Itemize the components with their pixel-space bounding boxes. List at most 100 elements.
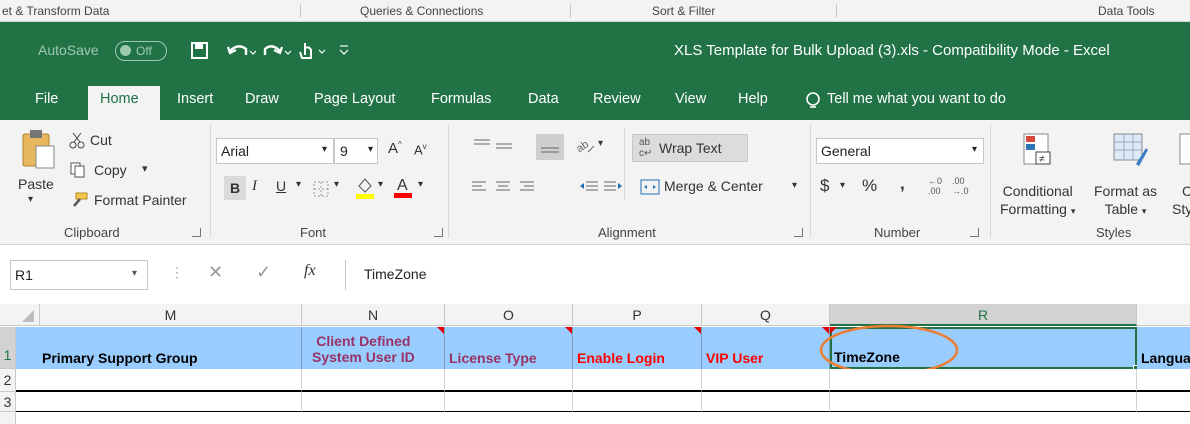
row-header-2[interactable]: 2 — [0, 369, 16, 392]
column-header-o[interactable]: O — [445, 304, 573, 326]
decrease-decimal-icon[interactable]: .00 →.0 — [952, 176, 969, 196]
cell-s3[interactable] — [1137, 392, 1190, 412]
chevron-down-icon[interactable]: ▾ — [792, 180, 797, 191]
tab-formulas[interactable]: Formulas — [431, 91, 491, 107]
cell-styles-icon[interactable] — [1176, 130, 1190, 170]
paste-icon[interactable] — [20, 128, 56, 172]
redo-icon[interactable] — [262, 41, 292, 61]
tab-help[interactable]: Help — [738, 91, 768, 107]
merge-center-icon[interactable] — [640, 178, 660, 196]
cell-p3[interactable] — [573, 392, 702, 412]
column-header-s[interactable] — [1137, 304, 1190, 326]
row-header-3[interactable]: 3 — [0, 392, 16, 412]
tab-home[interactable]: Home — [88, 86, 160, 120]
cut-button[interactable]: Cut — [90, 132, 112, 148]
currency-button[interactable]: $ — [820, 176, 829, 196]
merge-center-button[interactable]: Merge & Center — [664, 178, 763, 194]
chevron-down-icon[interactable]: ▾ — [334, 179, 339, 190]
tab-file[interactable]: File — [35, 91, 58, 107]
fill-color-icon[interactable] — [354, 176, 376, 200]
customize-qat-icon[interactable] — [337, 42, 351, 58]
decrease-indent-icon[interactable] — [578, 178, 600, 196]
touch-mode-icon[interactable] — [297, 40, 331, 62]
tab-view[interactable]: View — [675, 91, 706, 107]
autosave-toggle[interactable]: Off — [115, 41, 167, 61]
chevron-down-icon[interactable]: ▾ — [378, 179, 383, 190]
increase-font-icon[interactable]: A^ — [388, 140, 402, 157]
save-icon[interactable] — [190, 41, 210, 61]
tab-data[interactable]: Data — [528, 91, 559, 107]
select-all-corner[interactable] — [0, 304, 40, 326]
font-launcher-icon[interactable] — [434, 228, 443, 237]
cell-q2[interactable] — [702, 369, 830, 392]
formula-input[interactable]: TimeZone — [345, 260, 1190, 290]
align-right-icon[interactable] — [518, 178, 536, 196]
confirm-entry-icon[interactable]: ✓ — [256, 262, 271, 283]
cell-p1[interactable]: Enable Login — [573, 327, 702, 369]
tab-review[interactable]: Review — [593, 91, 641, 107]
copy-button[interactable]: Copy — [94, 162, 127, 178]
underline-button[interactable]: U — [276, 178, 286, 194]
cell-s1[interactable]: Langua — [1137, 327, 1190, 369]
increase-indent-icon[interactable] — [602, 178, 624, 196]
cell-p2[interactable] — [573, 369, 702, 392]
percent-button[interactable]: % — [862, 176, 877, 196]
cell-m2[interactable] — [16, 369, 302, 392]
name-box[interactable]: R1 ▾ — [10, 260, 148, 290]
format-as-table-button[interactable]: Format as Table ▾ — [1094, 182, 1157, 220]
decrease-font-icon[interactable]: Av — [414, 142, 427, 157]
copy-dropdown-icon[interactable]: ▾ — [142, 162, 148, 175]
borders-icon[interactable] — [312, 180, 330, 198]
orientation-icon[interactable]: ab — [574, 136, 598, 156]
insert-function-button[interactable]: fx — [304, 262, 316, 280]
undo-icon[interactable] — [226, 41, 256, 61]
format-as-table-icon[interactable] — [1112, 130, 1148, 170]
cell-m1[interactable]: Primary Support Group — [16, 327, 302, 369]
cell-o3[interactable] — [445, 392, 573, 412]
cell-q1[interactable]: VIP User — [702, 327, 830, 369]
bold-button[interactable]: B — [224, 176, 246, 200]
increase-decimal-icon[interactable]: ←0.00 — [928, 176, 942, 196]
cell-n2[interactable] — [302, 369, 445, 392]
chevron-down-icon[interactable]: ▾ — [296, 179, 301, 190]
tab-draw[interactable]: Draw — [245, 91, 279, 107]
font-name-dropdown[interactable]: Arial ▾ — [216, 138, 334, 164]
chevron-down-icon[interactable]: ▾ — [598, 138, 603, 149]
paste-dropdown-icon[interactable]: ▾ — [28, 194, 33, 205]
cell-o1[interactable]: License Type — [445, 327, 573, 369]
tab-insert[interactable]: Insert — [177, 91, 213, 107]
cell-n3[interactable] — [302, 392, 445, 412]
chevron-down-icon[interactable]: ▾ — [418, 179, 423, 190]
align-top-icon[interactable] — [472, 136, 492, 156]
cell-n1[interactable]: Client Defined System User ID — [302, 327, 445, 369]
conditional-formatting-icon[interactable]: ≠ — [1020, 130, 1054, 170]
align-left-icon[interactable] — [470, 178, 488, 196]
align-middle-icon[interactable] — [494, 136, 514, 156]
formula-bar-grip-icon[interactable]: ⋮ — [170, 264, 184, 281]
cancel-entry-icon[interactable]: ✕ — [208, 262, 223, 283]
cell-q3[interactable] — [702, 392, 830, 412]
alignment-launcher-icon[interactable] — [794, 228, 803, 237]
column-header-q[interactable]: Q — [702, 304, 830, 326]
row-header-4[interactable] — [0, 412, 16, 424]
paste-button[interactable]: Paste — [18, 176, 54, 192]
align-center-icon[interactable] — [494, 178, 512, 196]
row-header-1[interactable]: 1 — [0, 327, 16, 369]
align-bottom-icon[interactable] — [536, 134, 564, 160]
chevron-down-icon[interactable]: ▾ — [840, 180, 845, 191]
clipboard-launcher-icon[interactable] — [192, 228, 201, 237]
conditional-formatting-button[interactable]: Conditional Formatting ▾ — [1000, 182, 1075, 220]
wrap-text-button[interactable]: ab c↵ Wrap Text — [632, 134, 748, 162]
column-header-n[interactable]: N — [302, 304, 445, 326]
format-painter-button[interactable]: Format Painter — [94, 192, 187, 208]
font-size-dropdown[interactable]: 9 ▾ — [334, 138, 378, 164]
column-header-p[interactable]: P — [573, 304, 702, 326]
cell-r3[interactable] — [830, 392, 1137, 412]
italic-button[interactable]: I — [252, 178, 257, 195]
cell-styles-button[interactable]: C Sty — [1172, 182, 1190, 218]
cell-r2[interactable] — [830, 369, 1137, 392]
number-format-dropdown[interactable]: General ▾ — [816, 138, 984, 164]
cell-m3[interactable] — [16, 392, 302, 412]
cell-o2[interactable] — [445, 369, 573, 392]
tell-me-search[interactable]: Tell me what you want to do — [827, 91, 1006, 107]
